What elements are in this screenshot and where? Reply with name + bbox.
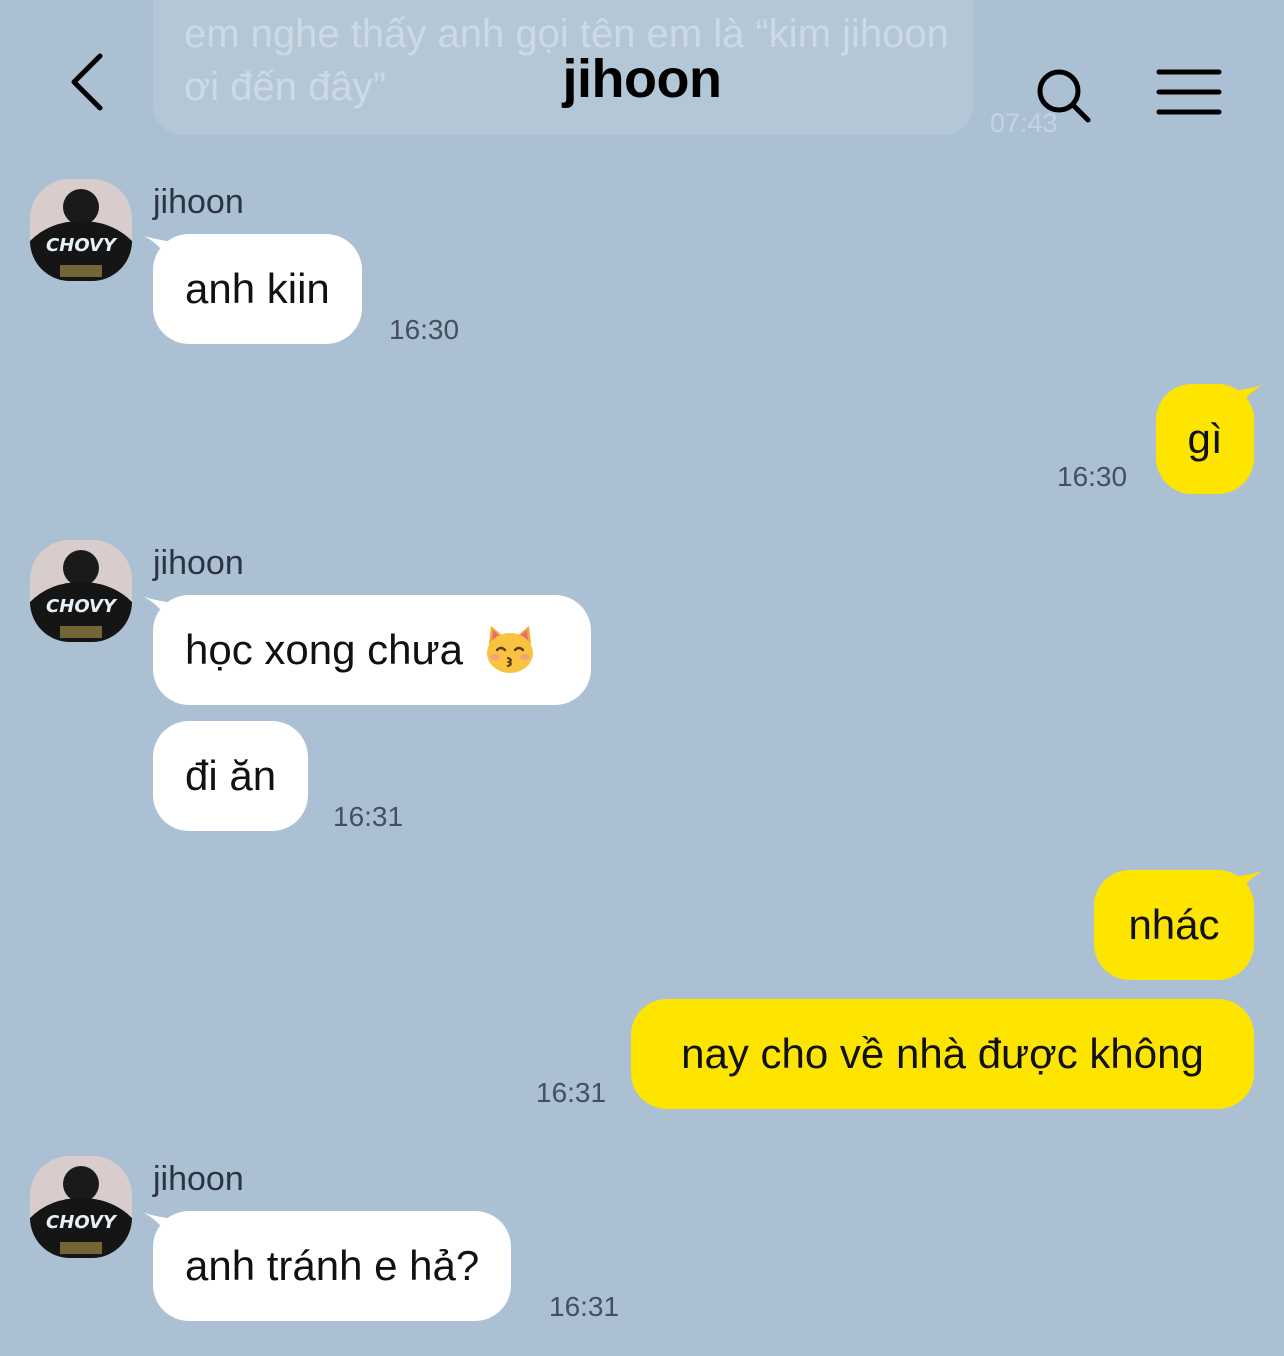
chat-screen: em nghe thấy anh gọi tên em là “kim jiho…: [0, 0, 1284, 1356]
avatar[interactable]: CHOVY: [30, 179, 132, 281]
avatar-image: CHOVY: [30, 1156, 132, 1258]
svg-text:CHOVY: CHOVY: [46, 235, 118, 256]
message-time: 16:31: [333, 801, 404, 832]
message-bubble-incoming[interactable]: học xong chưa: [153, 595, 591, 705]
sender-name: jihoon: [153, 544, 244, 582]
search-icon: [1037, 69, 1091, 123]
svg-text:CHOVY: CHOVY: [46, 596, 118, 617]
message-time: 16:31: [536, 1077, 607, 1108]
hamburger-menu-icon: [1156, 69, 1222, 115]
sender-name: jihoon: [153, 1160, 244, 1198]
kissing-cat-emoji: [486, 625, 533, 673]
search-button[interactable]: [1034, 66, 1094, 126]
message-time: 16:31: [549, 1291, 620, 1322]
message-bubble-incoming[interactable]: anh tránh e hả?: [153, 1211, 512, 1321]
svg-text:CHOVY: CHOVY: [46, 1212, 118, 1233]
message-bubble-outgoing[interactable]: nhác: [1094, 870, 1254, 980]
message-bubble-outgoing[interactable]: nay cho về nhà được không: [631, 999, 1254, 1109]
message-text: học xong chưa: [185, 626, 463, 673]
menu-button[interactable]: [1156, 68, 1222, 118]
message-bubble-incoming[interactable]: đi ăn: [153, 721, 309, 831]
avatar[interactable]: CHOVY: [30, 1156, 132, 1258]
message-bubble-incoming[interactable]: anh kiin: [153, 234, 362, 344]
avatar[interactable]: CHOVY: [30, 540, 132, 642]
avatar-image: CHOVY: [30, 540, 132, 642]
message-bubble-outgoing[interactable]: gì: [1156, 384, 1254, 494]
avatar-image: CHOVY: [30, 179, 132, 281]
message-time: 16:30: [389, 314, 460, 345]
sender-name: jihoon: [153, 183, 244, 221]
message-time: 16:30: [1057, 461, 1128, 492]
